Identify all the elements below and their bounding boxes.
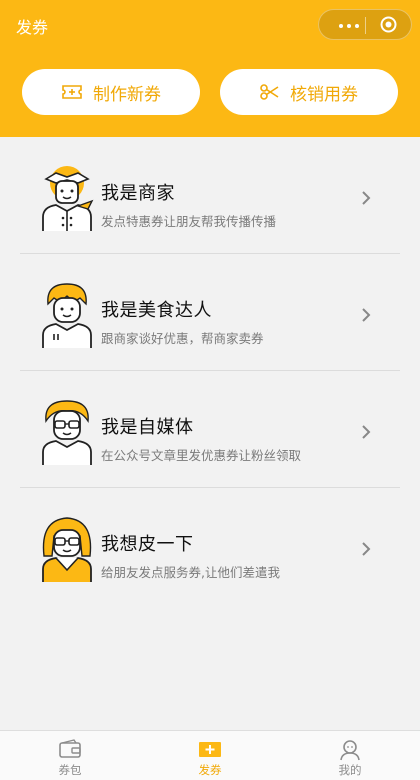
- chevron-right-icon: [362, 191, 371, 205]
- create-coupon-label: 制作新券: [93, 84, 161, 105]
- redeem-coupon-button[interactable]: 核销用券: [220, 69, 398, 115]
- tab-coupon-wallet[interactable]: 券包: [0, 731, 140, 780]
- tab-label: 发券: [198, 763, 222, 777]
- more-icon[interactable]: [339, 24, 359, 28]
- tab-bar: 券包 发券 我的: [0, 730, 420, 780]
- issue-coupon-icon: [199, 742, 221, 757]
- close-target-icon[interactable]: [380, 16, 397, 33]
- item-title: 我是美食达人: [101, 300, 212, 321]
- scissors-icon: [260, 84, 279, 100]
- playful-avatar-icon: [42, 517, 92, 582]
- item-description: 给朋友发点服务券,让他们差遣我: [101, 565, 280, 580]
- create-coupon-button[interactable]: 制作新券: [22, 69, 200, 115]
- merchant-avatar-icon: [42, 166, 94, 231]
- chevron-right-icon: [362, 425, 371, 439]
- chevron-right-icon: [362, 542, 371, 556]
- tab-mine[interactable]: 我的: [280, 731, 420, 780]
- user-icon: [340, 740, 360, 761]
- tab-label: 券包: [58, 763, 82, 777]
- list-item-merchant[interactable]: 我是商家 发点特惠券让朋友帮我传播传播: [0, 137, 420, 253]
- tab-issue-coupon[interactable]: 发券: [140, 731, 280, 780]
- item-title: 我是自媒体: [101, 417, 194, 438]
- item-description: 跟商家谈好优惠，帮商家卖券: [101, 331, 264, 346]
- item-description: 发点特惠券让朋友帮我传播传播: [101, 214, 277, 229]
- list-item-self-media[interactable]: 我是自媒体 在公众号文章里发优惠券让粉丝领取: [0, 371, 420, 487]
- page-title: 发券: [16, 18, 49, 37]
- item-title: 我是商家: [101, 183, 175, 204]
- item-title: 我想皮一下: [101, 534, 194, 555]
- food-expert-avatar-icon: [42, 283, 92, 348]
- wallet-icon: [59, 739, 81, 758]
- chevron-right-icon: [362, 308, 371, 322]
- mini-program-capsule: [318, 9, 412, 40]
- list-item-playful[interactable]: 我想皮一下 给朋友发点服务券,让他们差遣我: [0, 488, 420, 604]
- tab-label: 我的: [338, 763, 362, 777]
- header: 发券 制作新券 核销用券: [0, 0, 420, 137]
- redeem-coupon-label: 核销用券: [290, 84, 358, 105]
- ticket-icon: [62, 85, 82, 99]
- list-item-food-expert[interactable]: 我是美食达人 跟商家谈好优惠，帮商家卖券: [0, 254, 420, 370]
- self-media-avatar-icon: [42, 400, 92, 465]
- capsule-divider: [365, 17, 366, 34]
- item-description: 在公众号文章里发优惠券让粉丝领取: [101, 448, 302, 463]
